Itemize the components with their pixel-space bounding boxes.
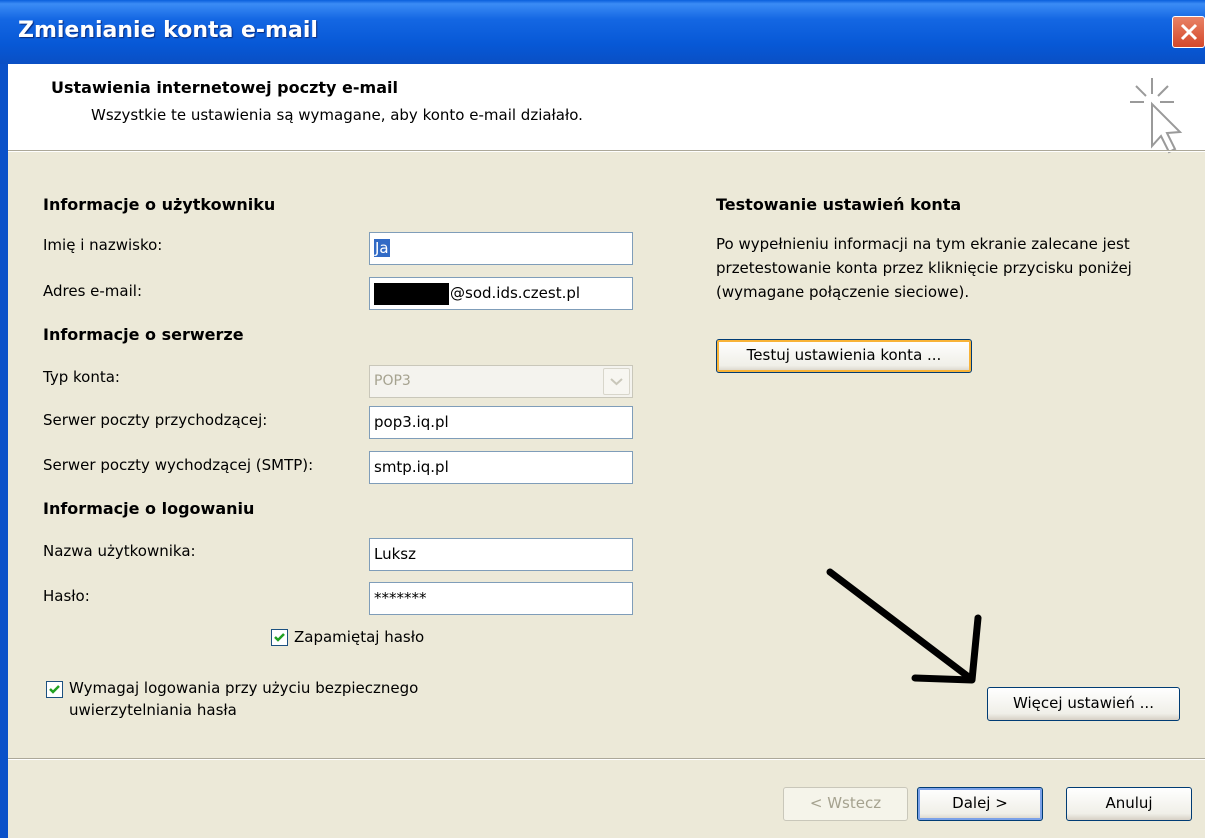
incoming-server-label: Serwer poczty przychodzącej: — [43, 411, 268, 429]
title-bar: Zmienianie konta e-mail — [0, 0, 1205, 64]
password-value: ******* — [374, 589, 427, 607]
remember-password-label: Zapamiętaj hasło — [294, 628, 425, 646]
dropdown-button — [603, 368, 630, 395]
window-title: Zmienianie konta e-mail — [18, 18, 318, 43]
name-label: Imię i nazwisko: — [43, 236, 163, 254]
test-desc-line3: (wymagane połączenie sieciowe). — [716, 283, 970, 301]
outgoing-server-value: smtp.iq.pl — [374, 458, 449, 476]
name-value: Ja — [374, 239, 390, 257]
email-value: @sod.ids.czest.pl — [450, 284, 581, 302]
close-icon — [1180, 23, 1198, 41]
test-desc-line1: Po wypełnieniu informacji na tym ekranie… — [716, 235, 1130, 253]
account-type-select: POP3 — [369, 365, 633, 398]
spa-label-line2: uwierzytelniania hasła — [69, 701, 237, 719]
header-separator — [8, 150, 1205, 152]
annotation-arrow — [826, 568, 982, 684]
checkmark-icon — [274, 633, 285, 642]
window-border — [0, 64, 8, 838]
logon-info-heading: Informacje o logowaniu — [43, 499, 255, 518]
password-field[interactable]: ******* — [369, 582, 633, 615]
incoming-server-field[interactable]: pop3.iq.pl — [369, 406, 633, 439]
more-settings-button[interactable]: Więcej ustawień ... — [987, 687, 1180, 721]
name-field[interactable]: Ja — [369, 232, 633, 265]
incoming-server-value: pop3.iq.pl — [374, 413, 449, 431]
checkmark-icon — [49, 685, 60, 694]
header-title: Ustawienia internetowej poczty e-mail — [51, 78, 398, 97]
test-settings-heading: Testowanie ustawień konta — [716, 195, 962, 214]
server-info-heading: Informacje o serwerze — [43, 325, 244, 344]
username-value: Luksz — [374, 545, 416, 563]
close-button[interactable] — [1172, 16, 1205, 48]
wizard-header: Ustawienia internetowej poczty e-mail Ws… — [8, 64, 1205, 154]
email-label: Adres e-mail: — [43, 282, 143, 300]
username-label: Nazwa użytkownika: — [43, 542, 196, 560]
footer-separator — [8, 758, 1205, 760]
cancel-button[interactable]: Anuluj — [1066, 787, 1192, 821]
cursor-click-icon — [1130, 78, 1183, 154]
password-label: Hasło: — [43, 587, 90, 605]
user-info-heading: Informacje o użytkowniku — [43, 195, 276, 214]
username-field[interactable]: Luksz — [369, 538, 633, 571]
test-account-settings-button[interactable]: Testuj ustawienia konta ... — [716, 339, 972, 373]
email-field[interactable]: @sod.ids.czest.pl — [369, 277, 633, 310]
back-button[interactable]: < Wstecz — [783, 787, 908, 821]
outgoing-server-field[interactable]: smtp.iq.pl — [369, 451, 633, 484]
spa-checkbox[interactable] — [46, 681, 63, 698]
test-desc-line2: przetestowanie konta przez kliknięcie pr… — [716, 259, 1132, 277]
outgoing-server-label: Serwer poczty wychodzącej (SMTP): — [43, 456, 314, 474]
remember-password-checkbox[interactable] — [271, 629, 288, 646]
account-type-value: POP3 — [374, 373, 411, 389]
next-button[interactable]: Dalej > — [917, 787, 1043, 821]
header-subtitle: Wszystkie te ustawienia są wymagane, aby… — [91, 106, 583, 124]
spa-label-line1: Wymagaj logowania przy użyciu bezpieczne… — [69, 679, 419, 697]
account-type-label: Typ konta: — [43, 368, 120, 386]
email-redacted — [374, 282, 449, 305]
chevron-down-icon — [610, 378, 623, 386]
